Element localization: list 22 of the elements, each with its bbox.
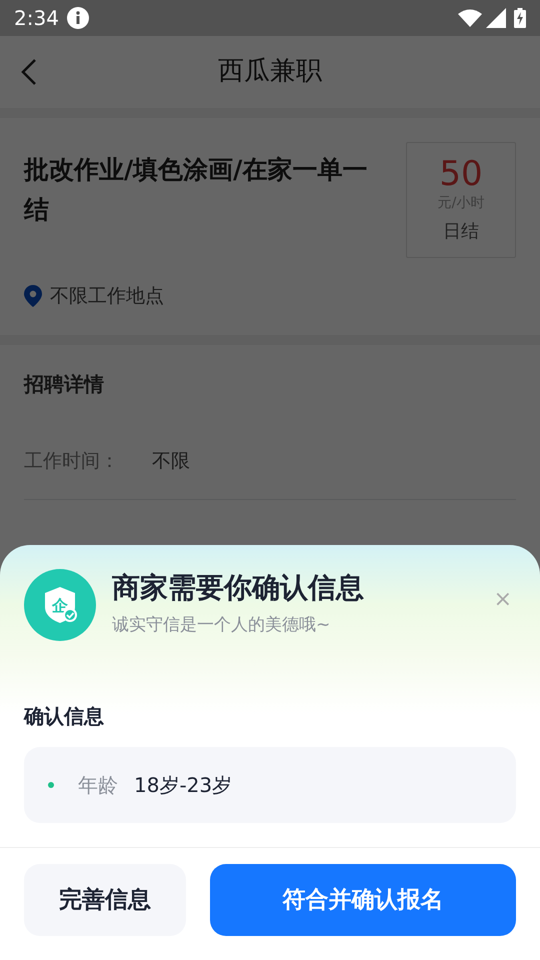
battery-icon (514, 8, 526, 28)
pay-amount: 50 (439, 155, 483, 193)
detail-value: 不限 (152, 448, 190, 474)
status-time: 2:34 (14, 5, 59, 32)
settlement-type: 日结 (443, 220, 479, 244)
wifi-icon (458, 9, 482, 27)
sheet-title: 商家需要你确认信息 (112, 571, 364, 606)
back-button[interactable] (20, 58, 38, 86)
section-heading: 招聘详情 (22, 370, 105, 398)
section-heading: 确认信息 (22, 703, 105, 730)
info-label: 年龄 (78, 772, 118, 799)
location-text: 不限工作地点 (50, 284, 164, 309)
job-title: 批改作业/填色涂画/在家一单一结 (24, 154, 368, 226)
close-button[interactable]: × (494, 589, 512, 611)
confirm-signup-button[interactable]: 符合并确认报名 (210, 864, 516, 936)
info-value: 18岁-23岁 (134, 772, 232, 799)
complete-info-button[interactable]: 完善信息 (24, 864, 186, 936)
page-title: 西瓜兼职 (218, 56, 322, 88)
info-icon (66, 7, 89, 29)
signal-icon (486, 8, 506, 28)
sheet-subtitle: 诚实守信是一个人的美德哦~ (112, 614, 332, 638)
location-pin-icon (24, 285, 42, 308)
